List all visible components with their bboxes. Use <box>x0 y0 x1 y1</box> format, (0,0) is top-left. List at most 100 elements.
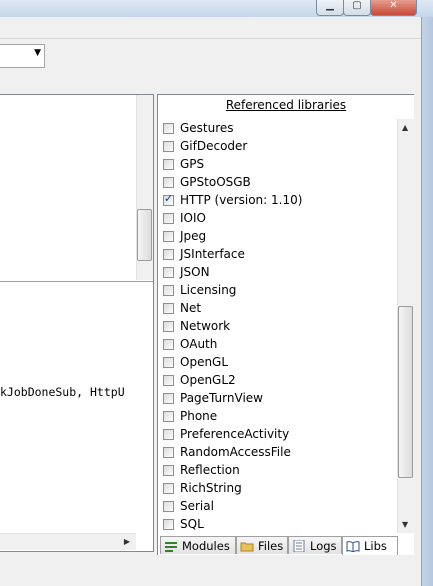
library-label: JSON <box>180 265 210 279</box>
libraries-list: Gestures GifDecoder GPS GPStoOSGB HTTP (vers… <box>160 119 396 532</box>
library-row[interactable]: SQL <box>160 515 396 532</box>
library-row[interactable]: PageTurnView <box>160 389 396 407</box>
library-row[interactable]: OpenGL2 <box>160 371 396 389</box>
scroll-down-icon[interactable]: ▼ <box>402 520 408 529</box>
library-checkbox[interactable] <box>163 122 174 134</box>
modules-icon <box>164 540 178 552</box>
tab-label: Modules <box>182 538 230 553</box>
library-checkbox[interactable] <box>163 158 174 170</box>
tab-files[interactable]: Files <box>236 536 288 554</box>
library-row[interactable]: JSON <box>160 263 396 281</box>
library-label: OAuth <box>180 337 218 351</box>
close-button[interactable]: ✕ <box>370 0 417 16</box>
scroll-right-icon[interactable]: ▶ <box>124 537 130 546</box>
library-row[interactable]: Jpeg <box>160 227 396 245</box>
library-label: RichString <box>180 481 242 495</box>
library-label: Reflection <box>180 463 240 477</box>
library-row[interactable]: Network <box>160 317 396 335</box>
code-editor[interactable] <box>0 94 154 552</box>
library-checkbox[interactable] <box>163 410 174 422</box>
library-label: Network <box>180 319 231 333</box>
library-checkbox[interactable] <box>163 284 174 296</box>
library-label: PageTurnView <box>180 391 263 405</box>
library-row[interactable]: PreferenceActivity <box>160 425 396 443</box>
editor-splitter[interactable] <box>0 281 153 282</box>
tab-strip: Modules Files Logs Libs <box>158 536 414 555</box>
library-row[interactable]: Gestures <box>160 119 396 137</box>
library-label: Gestures <box>180 121 234 135</box>
library-label: OpenGL2 <box>180 373 236 387</box>
library-checkbox[interactable] <box>163 338 174 350</box>
minimize-button[interactable]: ▁ <box>316 0 344 16</box>
library-row[interactable]: Reflection <box>160 461 396 479</box>
editor-scroll-thumb[interactable] <box>137 209 152 261</box>
library-checkbox[interactable] <box>163 212 174 224</box>
library-row[interactable]: Phone <box>160 407 396 425</box>
library-label: Serial <box>180 499 214 513</box>
library-label: PreferenceActivity <box>180 427 290 441</box>
library-checkbox[interactable] <box>163 428 174 440</box>
libraries-title: Referenced libraries <box>225 98 347 112</box>
library-checkbox[interactable] <box>163 374 174 386</box>
logs-icon <box>292 539 306 552</box>
library-checkbox[interactable] <box>163 392 174 404</box>
library-checkbox[interactable] <box>163 230 174 242</box>
library-row[interactable]: GPStoOSGB <box>160 173 396 191</box>
library-label: RandomAccessFile <box>180 445 291 459</box>
library-row[interactable]: Net <box>160 299 396 317</box>
library-row[interactable]: HTTP (version: 1.10) <box>160 191 396 209</box>
scroll-up-icon[interactable]: ▲ <box>402 123 408 132</box>
library-label: IOIO <box>180 211 206 225</box>
tab-modules[interactable]: Modules <box>160 536 236 554</box>
tab-logs[interactable]: Logs <box>288 536 342 554</box>
library-row[interactable]: RichString <box>160 479 396 497</box>
library-label: SQL <box>180 517 204 531</box>
tab-label: Logs <box>310 538 337 553</box>
library-row[interactable]: Serial <box>160 497 396 515</box>
library-checkbox[interactable] <box>163 320 174 332</box>
library-checkbox[interactable] <box>163 266 174 278</box>
library-checkbox[interactable] <box>163 356 174 368</box>
library-label: GPStoOSGB <box>180 175 251 189</box>
library-checkbox[interactable] <box>163 302 174 314</box>
library-label: Jpeg <box>180 229 207 243</box>
library-row[interactable]: GifDecoder <box>160 137 396 155</box>
chevron-down-icon[interactable]: ▼ <box>34 48 41 58</box>
status-area <box>0 555 421 586</box>
library-checkbox[interactable] <box>163 482 174 494</box>
library-row[interactable]: RandomAccessFile <box>160 443 396 461</box>
library-label: GifDecoder <box>180 139 248 153</box>
library-row[interactable]: JSInterface <box>160 245 396 263</box>
editor-horizontal-scrollbar[interactable]: ▶ <box>0 533 136 550</box>
library-row[interactable]: OpenGL <box>160 353 396 371</box>
library-label: HTTP (version: 1.10) <box>180 193 303 207</box>
book-icon <box>346 540 360 553</box>
title-bar: ▁ ▢ ✕ <box>0 0 433 17</box>
library-label: Phone <box>180 409 218 423</box>
code-line: kJobDoneSub, HttpU <box>0 385 125 399</box>
toolbar-divider <box>0 38 421 39</box>
library-checkbox[interactable] <box>163 464 174 476</box>
libraries-scroll-thumb[interactable] <box>398 306 413 478</box>
maximize-button[interactable]: ▢ <box>343 0 371 16</box>
module-select[interactable]: ▼ <box>0 44 45 68</box>
library-label: OpenGL <box>180 355 229 369</box>
window-border <box>422 17 433 586</box>
library-label: Net <box>180 301 202 315</box>
library-checkbox[interactable] <box>163 500 174 512</box>
library-checkbox[interactable] <box>163 518 174 530</box>
tab-libs[interactable]: Libs <box>342 536 398 555</box>
tab-label: Libs <box>364 539 387 553</box>
library-row[interactable]: GPS <box>160 155 396 173</box>
tab-label: Files <box>258 538 284 553</box>
library-checkbox[interactable] <box>163 192 174 206</box>
folder-icon <box>240 540 254 552</box>
library-row[interactable]: Licensing <box>160 281 396 299</box>
library-row[interactable]: IOIO <box>160 209 396 227</box>
library-checkbox[interactable] <box>163 248 174 260</box>
library-checkbox[interactable] <box>163 140 174 152</box>
library-label: JSInterface <box>180 247 245 261</box>
library-row[interactable]: OAuth <box>160 335 396 353</box>
library-checkbox[interactable] <box>163 176 174 188</box>
library-checkbox[interactable] <box>163 446 174 458</box>
